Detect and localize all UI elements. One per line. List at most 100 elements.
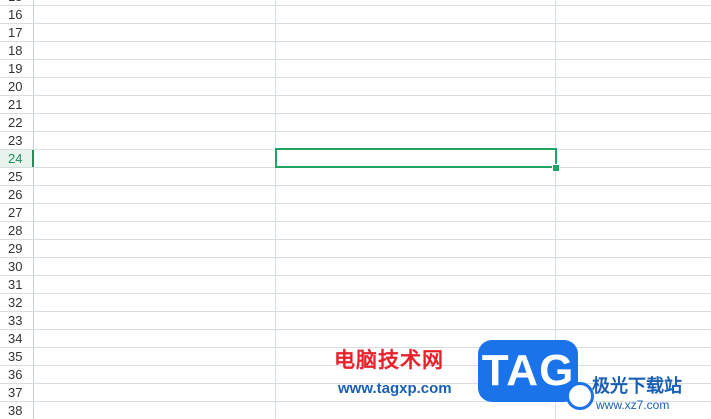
cell-col-1[interactable] <box>34 240 276 257</box>
cell-col-3[interactable] <box>556 24 711 41</box>
cell-col-1[interactable] <box>34 258 276 275</box>
row-header[interactable]: 21 <box>0 96 34 113</box>
cell-col-1[interactable] <box>34 330 276 347</box>
cell-col-1[interactable] <box>34 366 276 383</box>
row-header[interactable]: 37 <box>0 384 34 401</box>
row-header[interactable]: 19 <box>0 60 34 77</box>
cell-col-2[interactable] <box>276 0 556 5</box>
row-header[interactable]: 36 <box>0 366 34 383</box>
row-header[interactable]: 27 <box>0 204 34 221</box>
table-row: 34 <box>0 330 711 348</box>
cell-col-2[interactable] <box>276 24 556 41</box>
cell-col-1[interactable] <box>34 96 276 113</box>
cell-col-2[interactable] <box>276 240 556 257</box>
cell-col-3[interactable] <box>556 204 711 221</box>
cell-col-2[interactable] <box>276 132 556 149</box>
cell-col-2[interactable] <box>276 384 556 401</box>
cell-col-2[interactable] <box>276 402 556 419</box>
table-row: 23 <box>0 132 711 150</box>
cell-col-2[interactable] <box>276 204 556 221</box>
cell-col-3[interactable] <box>556 276 711 293</box>
cell-col-3[interactable] <box>556 258 711 275</box>
cell-col-2[interactable] <box>276 168 556 185</box>
cell-col-2[interactable] <box>276 366 556 383</box>
cell-col-3[interactable] <box>556 6 711 23</box>
cell-col-1[interactable] <box>34 24 276 41</box>
cell-col-1[interactable] <box>34 60 276 77</box>
cell-col-2[interactable] <box>276 114 556 131</box>
row-header[interactable]: 20 <box>0 78 34 95</box>
row-header[interactable]: 23 <box>0 132 34 149</box>
cell-col-1[interactable] <box>34 6 276 23</box>
cell-col-3[interactable] <box>556 294 711 311</box>
cell-col-3[interactable] <box>556 222 711 239</box>
row-header[interactable]: 17 <box>0 24 34 41</box>
row-header[interactable]: 31 <box>0 276 34 293</box>
cell-col-1[interactable] <box>34 402 276 419</box>
row-header[interactable]: 26 <box>0 186 34 203</box>
cell-col-1[interactable] <box>34 204 276 221</box>
cell-col-3[interactable] <box>556 330 711 347</box>
cell-col-2[interactable] <box>276 78 556 95</box>
spreadsheet-grid[interactable]: 1516171819202122232425262728293031323334… <box>0 0 711 419</box>
row-header[interactable]: 22 <box>0 114 34 131</box>
cell-col-2[interactable] <box>276 330 556 347</box>
row-header[interactable]: 28 <box>0 222 34 239</box>
row-header[interactable]: 34 <box>0 330 34 347</box>
cell-col-3[interactable] <box>556 78 711 95</box>
cell-col-3[interactable] <box>556 402 711 419</box>
cell-col-1[interactable] <box>34 78 276 95</box>
row-header[interactable]: 30 <box>0 258 34 275</box>
row-header[interactable]: 38 <box>0 402 34 419</box>
row-header[interactable]: 24 <box>0 150 34 167</box>
cell-col-3[interactable] <box>556 96 711 113</box>
cell-col-1[interactable] <box>34 132 276 149</box>
cell-col-3[interactable] <box>556 42 711 59</box>
cell-col-3[interactable] <box>556 186 711 203</box>
row-header[interactable]: 15 <box>0 0 34 5</box>
cell-col-1[interactable] <box>34 168 276 185</box>
cell-col-3[interactable] <box>556 366 711 383</box>
cell-col-2[interactable] <box>276 186 556 203</box>
cell-col-2[interactable] <box>276 42 556 59</box>
cell-col-3[interactable] <box>556 384 711 401</box>
cell-col-1[interactable] <box>34 186 276 203</box>
cell-col-1[interactable] <box>34 150 276 167</box>
cell-col-1[interactable] <box>34 348 276 365</box>
cell-col-2[interactable] <box>276 150 556 167</box>
cell-col-1[interactable] <box>34 384 276 401</box>
row-header[interactable]: 35 <box>0 348 34 365</box>
cell-col-2[interactable] <box>276 222 556 239</box>
cell-col-1[interactable] <box>34 114 276 131</box>
cell-col-3[interactable] <box>556 168 711 185</box>
cell-col-1[interactable] <box>34 294 276 311</box>
cell-col-2[interactable] <box>276 276 556 293</box>
cell-col-2[interactable] <box>276 6 556 23</box>
row-header[interactable]: 33 <box>0 312 34 329</box>
cell-col-3[interactable] <box>556 150 711 167</box>
cell-col-3[interactable] <box>556 114 711 131</box>
cell-col-3[interactable] <box>556 0 711 5</box>
row-header[interactable]: 25 <box>0 168 34 185</box>
cell-col-3[interactable] <box>556 240 711 257</box>
fill-handle[interactable] <box>552 164 560 172</box>
cell-col-1[interactable] <box>34 0 276 5</box>
cell-col-3[interactable] <box>556 312 711 329</box>
cell-col-2[interactable] <box>276 60 556 77</box>
cell-col-2[interactable] <box>276 348 556 365</box>
row-header[interactable]: 32 <box>0 294 34 311</box>
cell-col-1[interactable] <box>34 276 276 293</box>
cell-col-1[interactable] <box>34 222 276 239</box>
cell-col-1[interactable] <box>34 42 276 59</box>
cell-col-3[interactable] <box>556 348 711 365</box>
cell-col-1[interactable] <box>34 312 276 329</box>
row-header[interactable]: 16 <box>0 6 34 23</box>
cell-col-2[interactable] <box>276 96 556 113</box>
cell-col-2[interactable] <box>276 312 556 329</box>
cell-col-3[interactable] <box>556 132 711 149</box>
cell-col-2[interactable] <box>276 294 556 311</box>
row-header[interactable]: 29 <box>0 240 34 257</box>
cell-col-2[interactable] <box>276 258 556 275</box>
row-header[interactable]: 18 <box>0 42 34 59</box>
cell-col-3[interactable] <box>556 60 711 77</box>
